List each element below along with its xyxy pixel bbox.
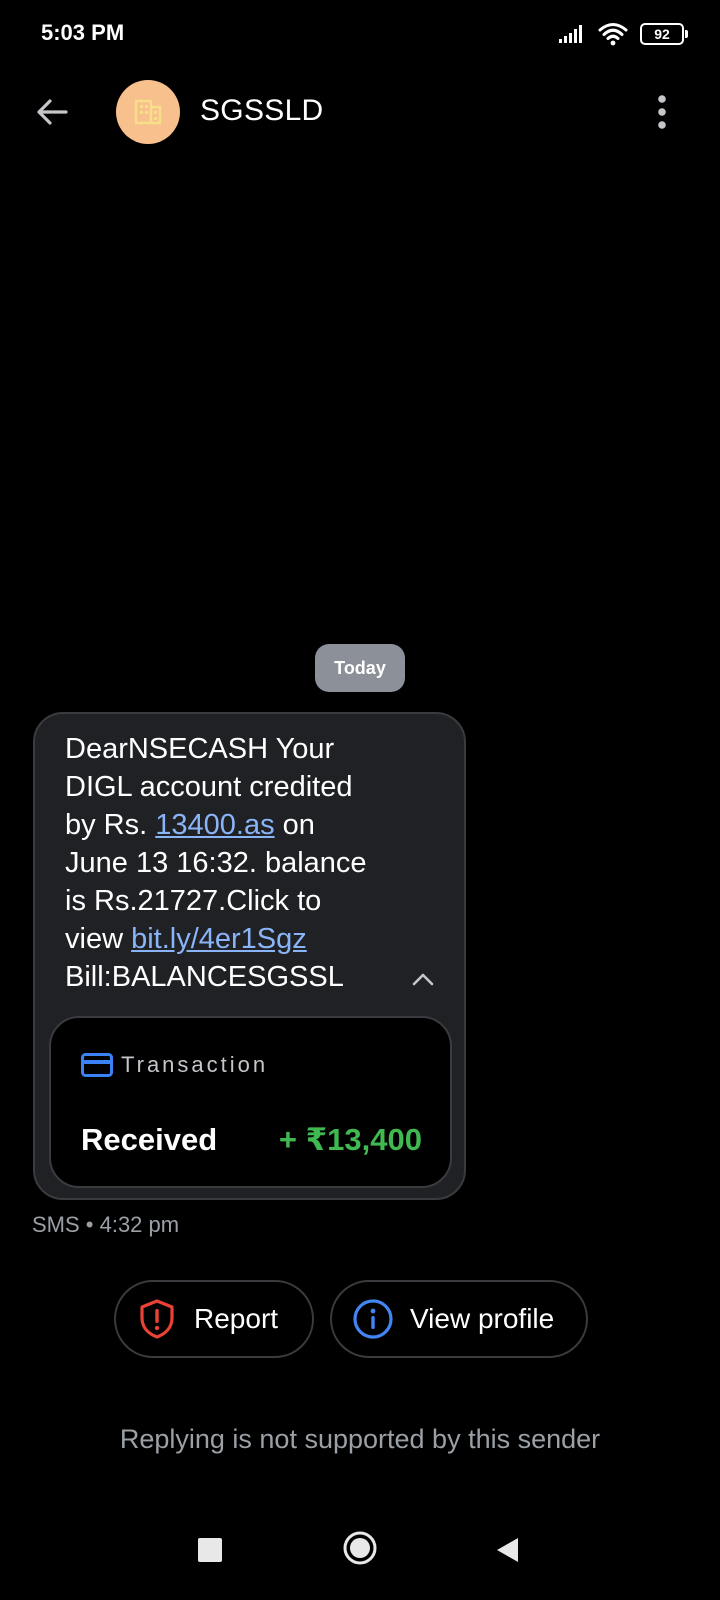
message-meta: SMS • 4:32 pm [32,1212,180,1237]
status-bar: 5:03 PM 92 [0,0,720,70]
report-label: Report [194,1303,279,1334]
message-link-amount[interactable]: 13400.as [155,809,274,841]
transaction-card[interactable]: Transaction Received + ₹13,400 [49,1016,452,1188]
transaction-amount: + ₹13,400 [278,1122,422,1157]
status-time: 5:03 PM [41,20,125,45]
view-profile-label: View profile [410,1303,555,1334]
avatar[interactable] [116,80,180,144]
view-profile-button[interactable]: View profile [330,1280,588,1358]
date-chip: Today [315,644,405,692]
app-bar: SGSSLD [0,76,720,146]
more-options-button[interactable] [640,90,684,134]
wifi-icon [598,23,628,46]
signal-icon [559,25,582,43]
message-text-part: Bill:BALANCESGSSL [65,961,344,993]
battery-level: 92 [654,26,670,42]
transaction-type: Received [81,1122,218,1157]
battery-icon: 92 [640,23,688,45]
nav-back-button[interactable] [494,1536,520,1564]
info-icon [352,1298,394,1340]
reply-not-supported-note: Replying is not supported by this sender [119,1424,601,1454]
chevron-up-icon [412,973,434,986]
message-bubble[interactable]: DearNSECASH Your DIGL account credited b… [33,712,466,1200]
report-button[interactable]: Report [114,1280,314,1358]
arrow-left-icon [37,99,68,125]
navigation-bar [0,1530,720,1580]
collapse-button[interactable] [408,964,438,994]
transaction-label: Transaction [121,1052,269,1077]
transaction-header: Transaction [81,1052,268,1078]
credit-card-icon [81,1053,113,1077]
building-icon [134,99,162,125]
message-link-url[interactable]: bit.ly/4er1Sgz [131,923,307,955]
back-button[interactable] [30,90,74,134]
home-button[interactable] [342,1530,378,1566]
message-text: DearNSECASH Your DIGL account credited b… [65,730,415,996]
more-vert-icon [658,95,666,129]
contact-name[interactable]: SGSSLD [200,94,324,128]
status-icons: 92 [558,22,688,46]
recents-button[interactable] [198,1538,222,1562]
shield-alert-icon [136,1298,178,1340]
